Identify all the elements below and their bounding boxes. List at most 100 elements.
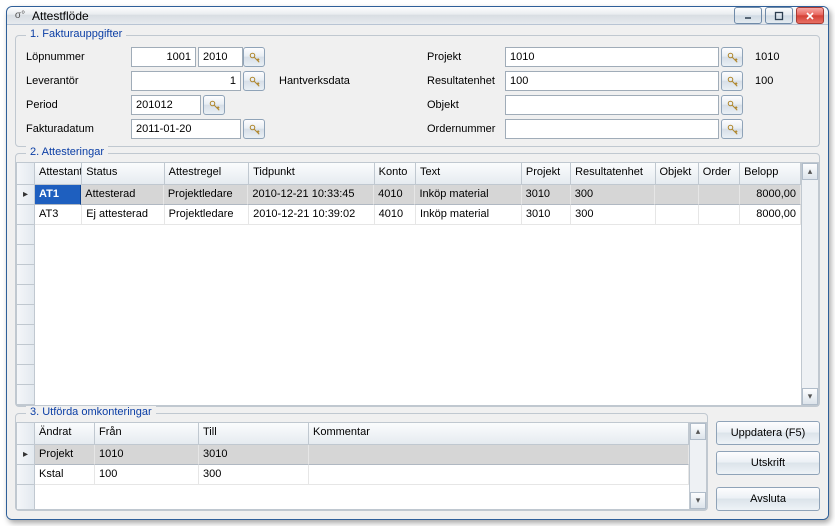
field-fakturadatum[interactable] <box>131 119 241 139</box>
lookup-resultatenhet[interactable] <box>721 71 743 91</box>
col-attestant[interactable]: Attestant <box>35 163 82 184</box>
row-indicator[interactable]: ▸ <box>17 185 34 205</box>
field-resultatenhet[interactable] <box>505 71 719 91</box>
label-hantverksdata: Hantverksdata <box>277 75 423 87</box>
cell-objekt <box>656 205 699 225</box>
group-fakturauppgifter: 1. Fakturauppgifter Löpnummer Projekt 10… <box>15 35 820 147</box>
field-projekt[interactable] <box>505 47 719 67</box>
scroll-down-icon[interactable]: ▾ <box>690 492 706 509</box>
group1-title: 1. Fakturauppgifter <box>26 28 126 40</box>
field-lopnummer-b[interactable] <box>198 47 243 67</box>
cell-text: Inköp material <box>415 185 521 205</box>
lookup-objekt[interactable] <box>721 95 743 115</box>
group3-title: 3. Utförda omkonteringar <box>26 406 156 418</box>
col-kommentar[interactable]: Kommentar <box>309 423 689 444</box>
col-tidpunkt[interactable]: Tidpunkt <box>249 163 375 184</box>
table-row[interactable]: AT1AttesteradProjektledare2010-12-21 10:… <box>35 185 801 205</box>
row-indicator[interactable]: ▸ <box>17 445 34 465</box>
cell-status: Attesterad <box>81 185 164 205</box>
minimize-button[interactable] <box>734 7 762 24</box>
cell-konto: 4010 <box>374 185 415 205</box>
maximize-button[interactable] <box>765 7 793 24</box>
cell-attestant: AT1 <box>35 185 81 205</box>
lookup-fakturadatum[interactable] <box>243 119 265 139</box>
field-leverantor[interactable] <box>131 71 241 91</box>
grid2-header[interactable]: Attestant Status Attestregel Tidpunkt Ko… <box>35 163 801 185</box>
col-text[interactable]: Text <box>416 163 522 184</box>
grid3-header[interactable]: Ändrat Från Till Kommentar <box>35 423 689 445</box>
cell-belopp: 8000,00 <box>740 185 801 205</box>
cell-attestregel: Projektledare <box>165 205 249 225</box>
lookup-period[interactable] <box>203 95 225 115</box>
col-projekt[interactable]: Projekt <box>522 163 571 184</box>
grid2-scrollbar[interactable]: ▴ ▾ <box>801 163 818 405</box>
app-icon: σ° <box>13 9 27 23</box>
cell-text: Inköp material <box>416 205 522 225</box>
col-status[interactable]: Status <box>82 163 164 184</box>
titlebar[interactable]: σ° Attestflöde <box>7 7 828 25</box>
lookup-lopnummer[interactable] <box>243 47 265 67</box>
row-indicator[interactable] <box>17 465 34 485</box>
field-objekt[interactable] <box>505 95 719 115</box>
cell-till: 3010 <box>199 445 309 465</box>
col-fran[interactable]: Från <box>95 423 199 444</box>
label-lopnummer: Löpnummer <box>24 51 129 63</box>
col-attestregel[interactable]: Attestregel <box>165 163 249 184</box>
cell-order <box>699 185 740 205</box>
cell-fran: 1010 <box>95 445 199 465</box>
close-button[interactable] <box>796 7 824 24</box>
table-row[interactable]: Projekt10103010 <box>35 445 689 465</box>
group-omkonteringar: 3. Utförda omkonteringar ▸ Ändrat Från T… <box>15 413 708 511</box>
cell-projekt: 3010 <box>522 205 571 225</box>
col-belopp[interactable]: Belopp <box>740 163 801 184</box>
col-objekt[interactable]: Objekt <box>656 163 699 184</box>
cell-attestregel: Projektledare <box>164 185 249 205</box>
scroll-down-icon[interactable]: ▾ <box>802 388 818 405</box>
cell-resultatenhet: 300 <box>571 205 655 225</box>
label-objekt: Objekt <box>425 99 503 111</box>
lookup-leverantor[interactable] <box>243 71 265 91</box>
group-attesteringar: 2. Attesteringar ▸ Attestant Status Atte… <box>15 153 820 407</box>
label-period: Period <box>24 99 129 111</box>
col-order[interactable]: Order <box>699 163 740 184</box>
label-resultatenhet: Resultatenhet <box>425 75 503 87</box>
table-row[interactable]: Kstal100300 <box>35 465 689 485</box>
scroll-up-icon[interactable]: ▴ <box>802 163 818 180</box>
grid-omkonteringar[interactable]: ▸ Ändrat Från Till Kommentar Projekt1010… <box>16 422 707 510</box>
field-lopnummer-a[interactable] <box>131 47 196 67</box>
col-resultatenhet[interactable]: Resultatenhet <box>571 163 655 184</box>
cell-kommentar <box>309 445 689 465</box>
cell-konto: 4010 <box>375 205 416 225</box>
cell-resultatenhet: 300 <box>571 185 656 205</box>
utskrift-button[interactable]: Utskrift <box>716 451 820 475</box>
cell-kommentar <box>309 465 689 485</box>
grid-attesteringar[interactable]: ▸ Attestant Status Attestregel Tidpunkt … <box>16 162 819 406</box>
cell-tidpunkt: 2010-12-21 10:39:02 <box>249 205 375 225</box>
cell-till: 300 <box>199 465 309 485</box>
col-andrat[interactable]: Ändrat <box>35 423 95 444</box>
cell-andrat: Projekt <box>35 445 95 465</box>
col-till[interactable]: Till <box>199 423 309 444</box>
group2-title: 2. Attesteringar <box>26 146 108 158</box>
lookup-ordernummer[interactable] <box>721 119 743 139</box>
projekt-display: 1010 <box>751 51 811 63</box>
scroll-up-icon[interactable]: ▴ <box>690 423 706 440</box>
grid3-scrollbar[interactable]: ▴ ▾ <box>689 423 706 509</box>
cell-attestant: AT3 <box>35 205 82 225</box>
client-area: 1. Fakturauppgifter Löpnummer Projekt 10… <box>7 25 828 519</box>
cell-order <box>699 205 740 225</box>
cell-status: Ej attesterad <box>82 205 164 225</box>
avsluta-button[interactable]: Avsluta <box>716 487 820 511</box>
label-ordernummer: Ordernummer <box>425 123 503 135</box>
table-row[interactable]: AT3Ej attesteradProjektledare2010-12-21 … <box>35 205 801 225</box>
row-indicator[interactable] <box>17 205 34 225</box>
cell-tidpunkt: 2010-12-21 10:33:45 <box>248 185 374 205</box>
resultatenhet-display: 100 <box>751 75 811 87</box>
label-leverantor: Leverantör <box>24 75 129 87</box>
field-ordernummer[interactable] <box>505 119 719 139</box>
col-konto[interactable]: Konto <box>375 163 416 184</box>
lookup-projekt[interactable] <box>721 47 743 67</box>
field-period[interactable] <box>131 95 201 115</box>
cell-projekt: 3010 <box>522 185 571 205</box>
uppdatera-button[interactable]: Uppdatera (F5) <box>716 421 820 445</box>
